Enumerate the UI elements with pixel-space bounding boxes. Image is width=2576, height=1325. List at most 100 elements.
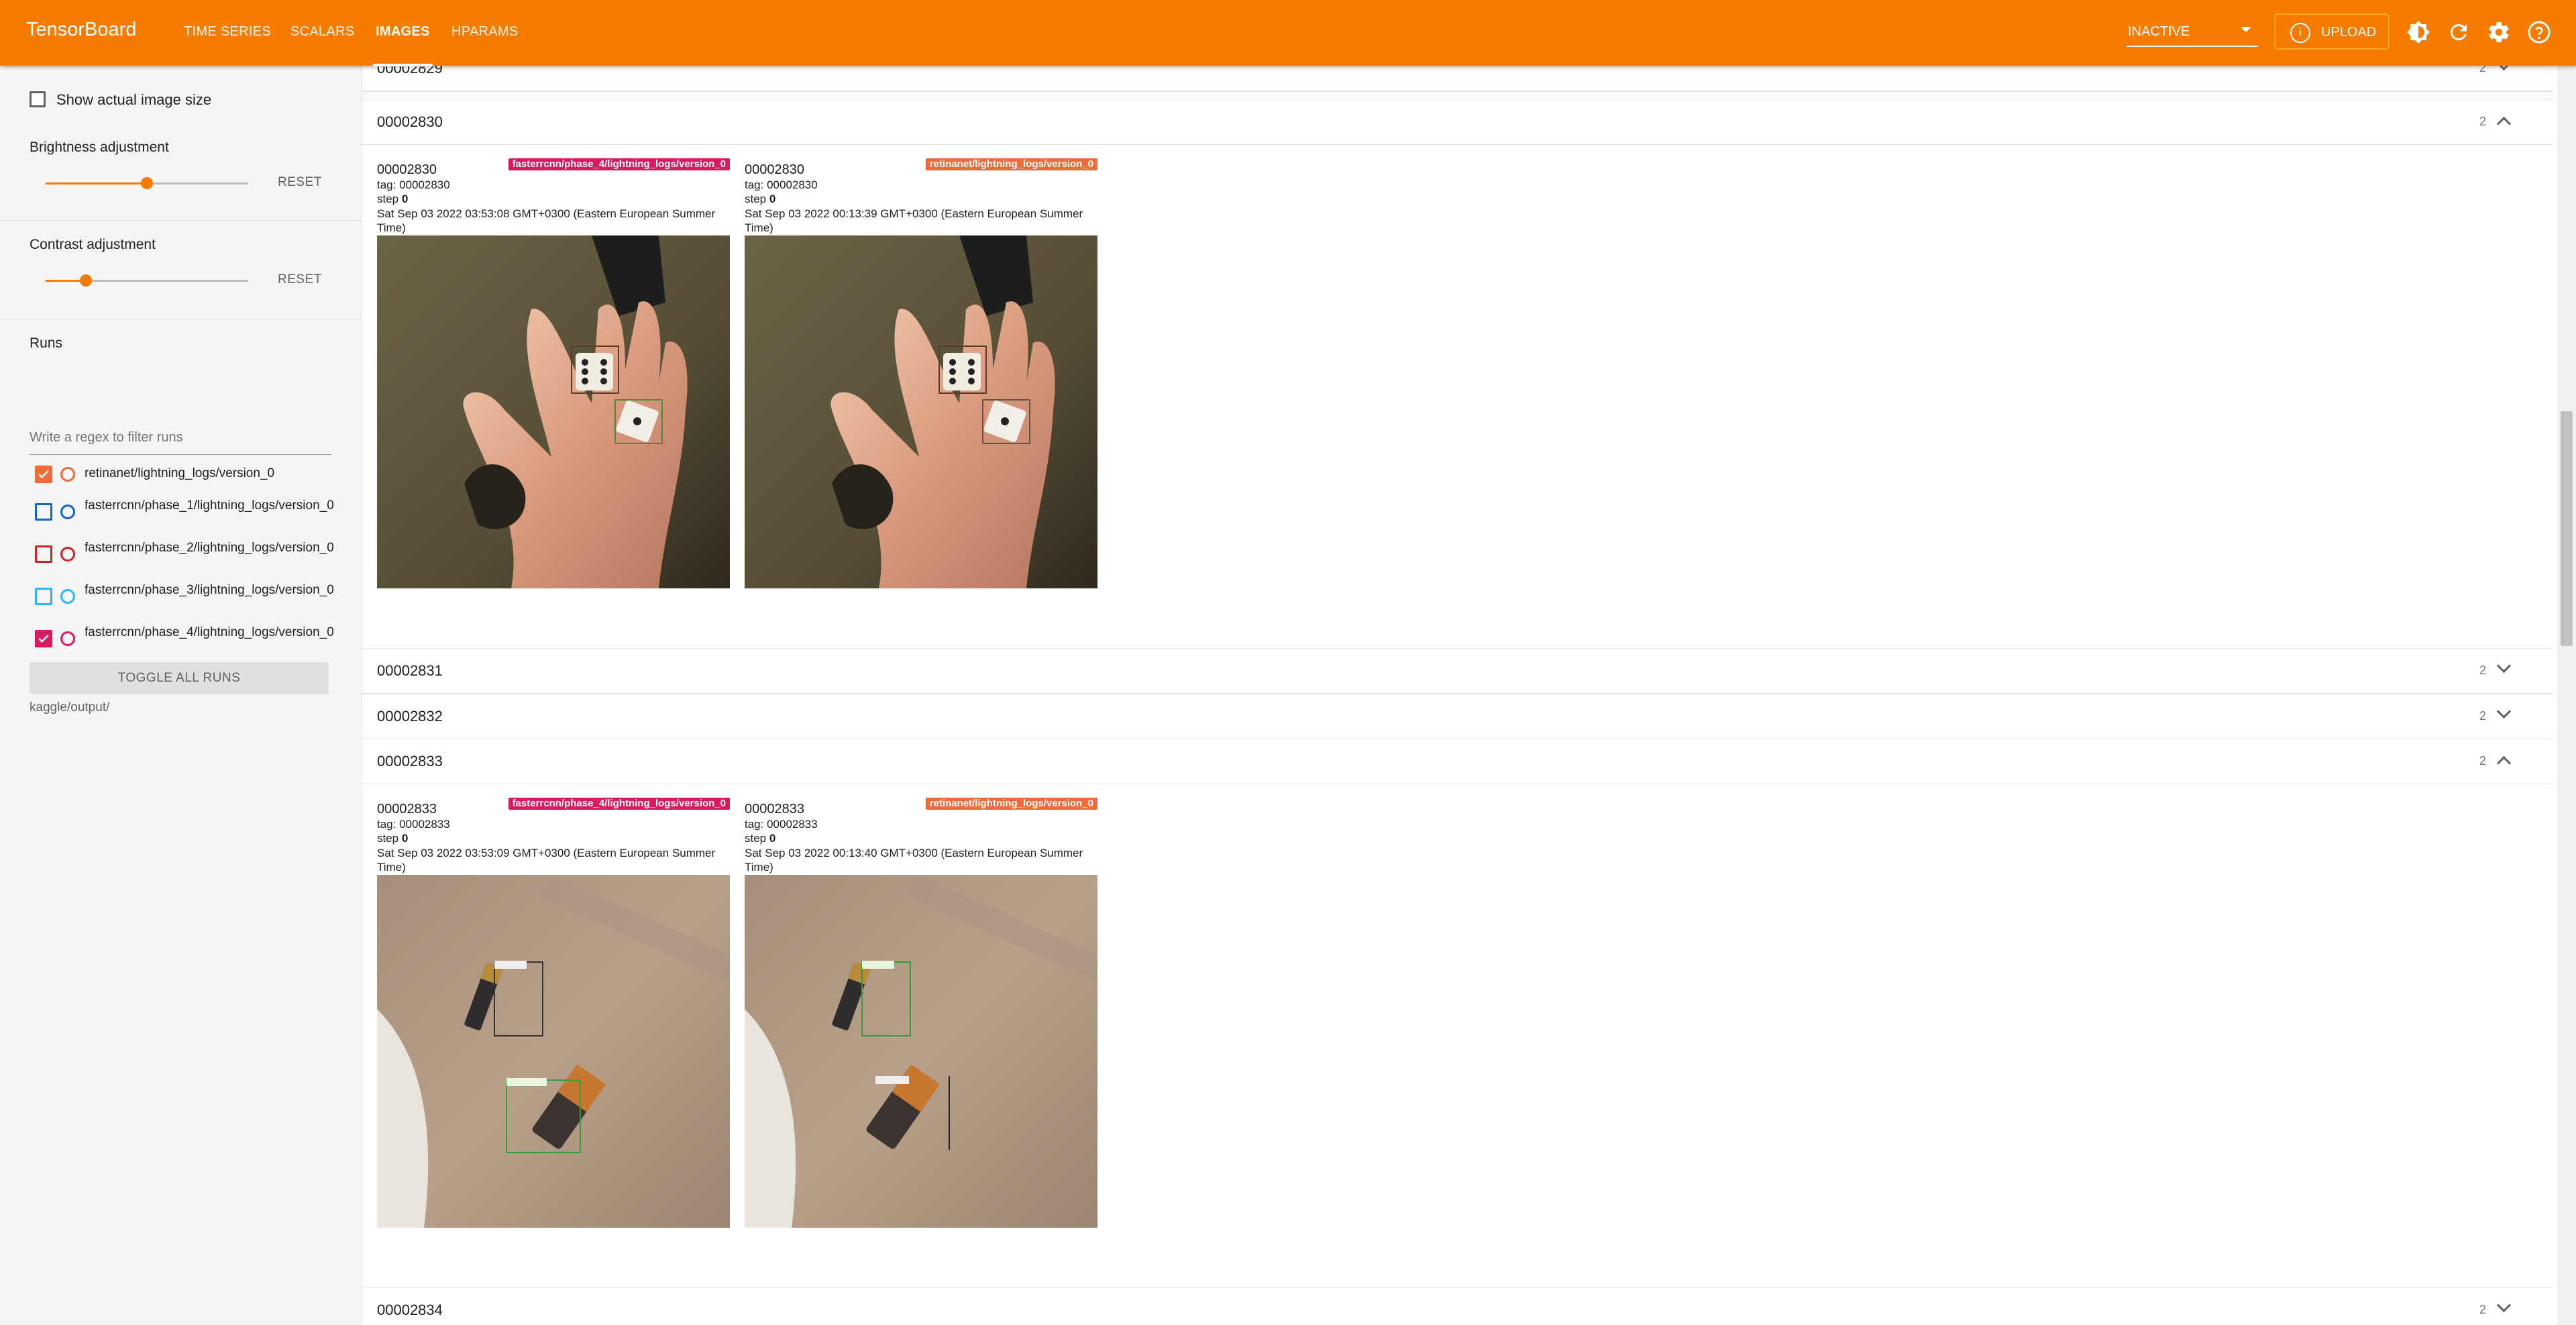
show-actual-size-checkbox[interactable] [30, 91, 46, 107]
step-value: 0 [401, 832, 409, 845]
tag-group-count: 2 [2479, 709, 2486, 723]
tab-hparams[interactable]: HPARAMS [451, 24, 519, 40]
tag-group-header[interactable]: 00002833 2 [362, 739, 2553, 785]
settings-gear-icon[interactable] [2487, 20, 2511, 44]
run-filter-input[interactable]: Write a regex to filter runs [30, 430, 331, 455]
main-scrollbar[interactable] [2557, 66, 2576, 1325]
image-tag: tag: 00002833 [745, 818, 818, 831]
tag-group-header[interactable]: 00002832 2 [362, 694, 2553, 740]
image-card: retinanet/lightning_logs/version_0 00002… [745, 798, 1097, 1234]
run-checkbox[interactable] [35, 466, 52, 483]
image-tag: tag: 00002830 [745, 178, 818, 191]
image-step: step 0 [377, 832, 408, 845]
upload-button[interactable]: i UPLOAD [2274, 13, 2390, 50]
step-label: step [377, 193, 399, 205]
chevron-down-icon[interactable] [2496, 66, 2512, 71]
brightness-slider-thumb[interactable] [141, 177, 153, 189]
image-tag: tag: 00002833 [377, 818, 450, 831]
info-icon: i [2290, 23, 2310, 43]
check-icon [38, 470, 49, 478]
run-checkbox[interactable] [35, 630, 52, 647]
image-title: 00002833 [377, 802, 437, 816]
tag-group-count: 2 [2479, 115, 2486, 128]
help-icon[interactable] [2527, 20, 2551, 44]
chevron-down-icon[interactable] [2496, 1297, 2512, 1313]
sample-image-batteries[interactable] [377, 875, 730, 1228]
image-card: fasterrcnn/phase_4/lightning_logs/versio… [377, 158, 730, 594]
dropdown-arrow-icon [2241, 27, 2251, 32]
run-filter-placeholder: Write a regex to filter runs [30, 430, 183, 445]
sidebar: Show actual image size Brightness adjust… [0, 66, 362, 1325]
log-directory: kaggle/output/ [30, 700, 110, 714]
step-value: 0 [769, 193, 776, 205]
run-color-swatch[interactable] [60, 547, 75, 562]
chevron-up-icon[interactable] [2496, 755, 2512, 771]
run-label: fasterrcnn/phase_4/lightning_logs/versio… [85, 625, 334, 639]
image-timestamp: Sat Sep 03 2022 03:53:09 GMT+0300 (Easte… [377, 847, 716, 873]
reload-status-value: INACTIVE [2128, 24, 2190, 39]
brightness-reset-button[interactable]: RESET [278, 175, 322, 190]
run-color-swatch[interactable] [60, 631, 75, 646]
image-card: retinanet/lightning_logs/version_0 00002… [745, 158, 1097, 594]
run-color-swatch[interactable] [60, 467, 75, 482]
tab-images[interactable]: IMAGES [373, 24, 433, 66]
run-label: fasterrcnn/phase_3/lightning_logs/versio… [85, 583, 334, 597]
app-title[interactable]: TensorBoard [26, 19, 136, 41]
refresh-icon[interactable] [2447, 20, 2471, 44]
check-icon [38, 635, 49, 643]
chevron-down-icon[interactable] [2496, 704, 2512, 719]
run-label: fasterrcnn/phase_1/lightning_logs/versio… [85, 498, 334, 513]
tab-time-series[interactable]: TIME SERIES [184, 24, 271, 40]
scrollbar-thumb[interactable] [2561, 411, 2573, 646]
run-label: retinanet/lightning_logs/version_0 [85, 466, 275, 480]
tag-group-name: 00002832 [377, 708, 443, 725]
chevron-down-icon[interactable] [2496, 658, 2512, 674]
tag-group-name: 00002830 [377, 113, 443, 130]
run-checkbox[interactable] [35, 545, 52, 563]
run-tag: retinanet/lightning_logs/version_0 [925, 798, 1097, 810]
top-app-bar: TensorBoard TIME SERIES SCALARS IMAGES H… [0, 0, 2576, 66]
image-step: step 0 [377, 193, 408, 206]
step-label: step [745, 832, 767, 845]
brightness-slider-fill [46, 182, 147, 184]
step-label: step [377, 832, 399, 845]
tag-group-header[interactable]: 00002834 2 [362, 1287, 2553, 1325]
run-checkbox[interactable] [35, 588, 52, 605]
image-step: step 0 [745, 832, 775, 845]
tab-scalars[interactable]: SCALARS [290, 24, 354, 40]
tag-group-name: 00002834 [377, 1302, 443, 1318]
run-color-swatch[interactable] [60, 505, 75, 519]
image-timestamp: Sat Sep 03 2022 00:13:40 GMT+0300 (Easte… [745, 847, 1083, 873]
reload-status-select[interactable]: INACTIVE [2127, 15, 2258, 47]
image-timestamp: Sat Sep 03 2022 03:53:08 GMT+0300 (Easte… [377, 207, 716, 234]
tag-group-name: 00002833 [377, 753, 443, 770]
image-title: 00002833 [745, 802, 804, 816]
run-tag: fasterrcnn/phase_4/lightning_logs/versio… [508, 158, 730, 170]
show-actual-size-label: Show actual image size [56, 91, 212, 108]
toggle-all-runs-button[interactable]: TOGGLE ALL RUNS [30, 662, 329, 694]
main-content: 00002829 2 00002830 2 fasterrcnn/phase_4… [362, 66, 2553, 1325]
step-value: 0 [401, 193, 409, 205]
contrast-slider-thumb[interactable] [80, 274, 92, 286]
tag-group-panel: fasterrcnn/phase_4/lightning_logs/versio… [362, 145, 2553, 648]
run-tag: retinanet/lightning_logs/version_0 [925, 158, 1097, 170]
tag-group-count: 2 [2479, 664, 2486, 677]
sample-image-dice[interactable] [745, 235, 1097, 588]
run-color-swatch[interactable] [60, 589, 75, 604]
chevron-up-icon[interactable] [2496, 116, 2512, 131]
image-tag: tag: 00002830 [377, 178, 450, 191]
tag-group-header[interactable]: 00002831 2 [362, 648, 2553, 694]
runs-title: Runs [30, 335, 63, 351]
tag-group-header[interactable]: 00002829 2 [362, 66, 2553, 92]
tag-group-count: 2 [2479, 1303, 2486, 1316]
dark-mode-icon[interactable] [2406, 20, 2430, 44]
divider [0, 220, 361, 221]
sample-image-dice[interactable] [377, 235, 730, 588]
tag-group-header[interactable]: 00002830 2 [362, 99, 2553, 146]
run-label: fasterrcnn/phase_2/lightning_logs/versio… [85, 541, 334, 555]
sample-image-batteries[interactable] [745, 875, 1097, 1228]
tag-group-name: 00002829 [377, 66, 443, 76]
contrast-reset-button[interactable]: RESET [278, 272, 322, 287]
image-title: 00002830 [377, 162, 437, 177]
run-checkbox[interactable] [35, 503, 52, 521]
